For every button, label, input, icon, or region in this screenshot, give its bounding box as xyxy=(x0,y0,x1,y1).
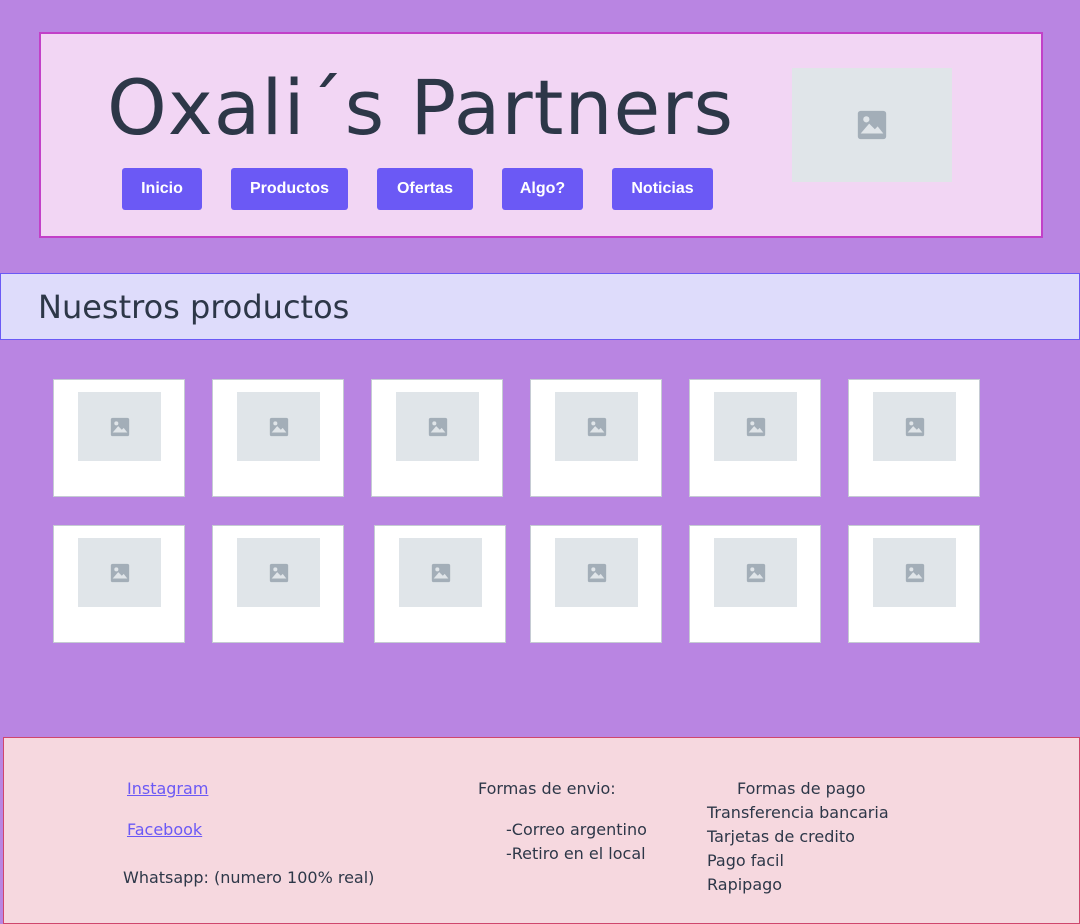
image-placeholder-icon xyxy=(587,417,606,436)
product-image-placeholder xyxy=(78,538,161,607)
shipping-title: Formas de envio: xyxy=(478,779,616,798)
product-image-placeholder xyxy=(714,538,797,607)
product-card[interactable] xyxy=(212,525,344,643)
product-card[interactable] xyxy=(374,525,506,643)
nav-ofertas-button[interactable]: Ofertas xyxy=(377,168,473,210)
shipping-item: -Correo argentino xyxy=(506,820,647,839)
nav-productos-button[interactable]: Productos xyxy=(231,168,348,210)
site-header: Oxali´s Partners Inicio Productos Oferta… xyxy=(39,32,1043,238)
image-placeholder-icon xyxy=(746,417,765,436)
payment-item: Rapipago xyxy=(707,875,783,894)
product-card[interactable] xyxy=(212,379,344,497)
image-placeholder-icon xyxy=(110,563,129,582)
whatsapp-text: Whatsapp: (numero 100% real) xyxy=(123,868,375,887)
image-placeholder-icon xyxy=(269,417,288,436)
payment-item: Pago facil xyxy=(707,851,784,870)
site-footer: Instagram Facebook Whatsapp: (numero 100… xyxy=(3,737,1080,924)
product-image-placeholder xyxy=(555,538,638,607)
product-card[interactable] xyxy=(689,379,821,497)
product-image-placeholder xyxy=(396,392,479,461)
product-card[interactable] xyxy=(689,525,821,643)
product-image-placeholder xyxy=(237,538,320,607)
image-placeholder-icon xyxy=(431,563,450,582)
image-placeholder-icon xyxy=(857,110,887,140)
nav-algo-button[interactable]: Algo? xyxy=(502,168,583,210)
product-card[interactable] xyxy=(848,525,980,643)
payment-item: Tarjetas de credito xyxy=(707,827,855,846)
section-header: Nuestros productos xyxy=(0,273,1080,340)
facebook-link[interactable]: Facebook xyxy=(127,820,202,839)
shipping-item: -Retiro en el local xyxy=(506,844,646,863)
product-card[interactable] xyxy=(848,379,980,497)
product-image-placeholder xyxy=(78,392,161,461)
payment-item: Transferencia bancaria xyxy=(707,803,889,822)
brand-title: Oxali´s Partners xyxy=(107,63,735,152)
section-title: Nuestros productos xyxy=(38,288,350,326)
product-image-placeholder xyxy=(873,392,956,461)
payment-title: Formas de pago xyxy=(737,779,866,798)
nav-noticias-button[interactable]: Noticias xyxy=(612,168,713,210)
image-placeholder-icon xyxy=(269,563,288,582)
product-image-placeholder xyxy=(555,392,638,461)
product-image-placeholder xyxy=(714,392,797,461)
image-placeholder-icon xyxy=(428,417,447,436)
product-card[interactable] xyxy=(371,379,503,497)
image-placeholder-icon xyxy=(746,563,765,582)
nav-inicio-button[interactable]: Inicio xyxy=(122,168,202,210)
product-image-placeholder xyxy=(873,538,956,607)
image-placeholder-icon xyxy=(905,563,924,582)
product-card[interactable] xyxy=(53,525,185,643)
product-card[interactable] xyxy=(53,379,185,497)
image-placeholder-icon xyxy=(110,417,129,436)
product-card[interactable] xyxy=(530,379,662,497)
product-image-placeholder xyxy=(237,392,320,461)
image-placeholder-icon xyxy=(905,417,924,436)
logo-image-placeholder xyxy=(792,68,952,182)
image-placeholder-icon xyxy=(587,563,606,582)
product-image-placeholder xyxy=(399,538,482,607)
product-card[interactable] xyxy=(530,525,662,643)
instagram-link[interactable]: Instagram xyxy=(127,779,208,798)
